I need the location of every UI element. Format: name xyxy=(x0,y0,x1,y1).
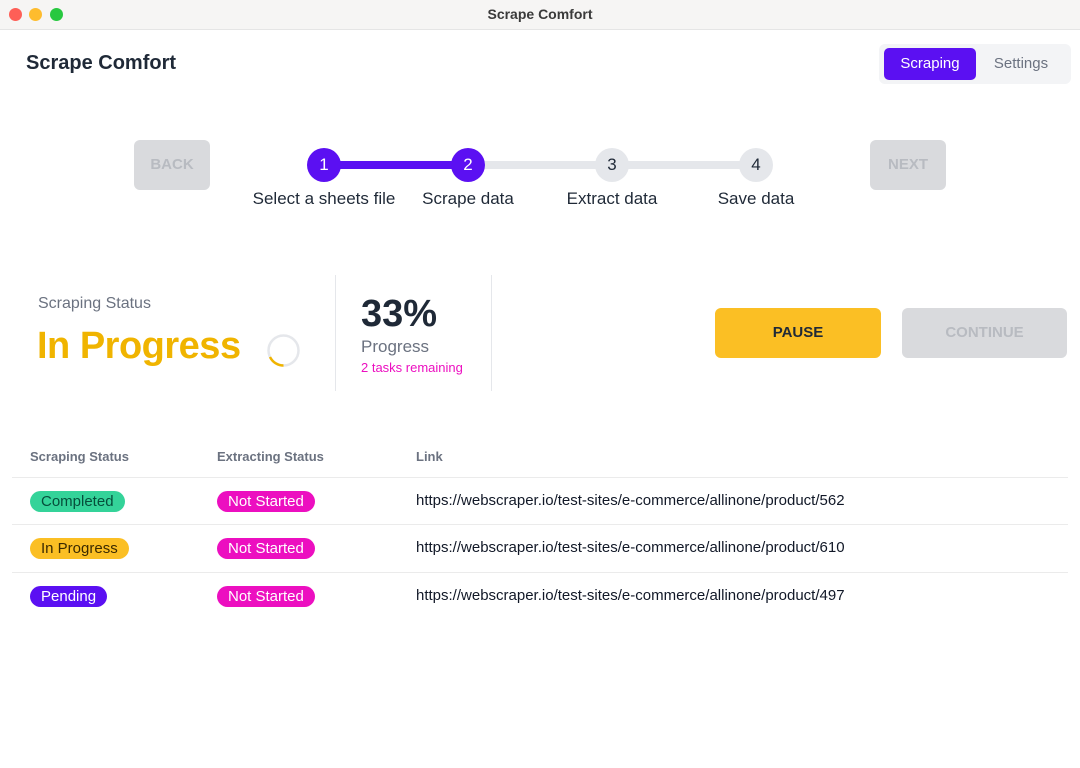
scraping-status-label: Scraping Status xyxy=(38,295,151,312)
row-divider xyxy=(12,572,1068,573)
progress-divider xyxy=(491,275,492,391)
column-header-link: Link xyxy=(416,449,443,464)
status-divider xyxy=(335,275,336,391)
window-title: Scrape Comfort xyxy=(487,6,593,22)
product-link[interactable]: https://webscraper.io/test-sites/e-comme… xyxy=(416,539,845,556)
minimize-window-button[interactable] xyxy=(29,8,42,21)
app-title: Scrape Comfort xyxy=(26,52,177,74)
scraping-status-badge: Pending xyxy=(30,586,108,607)
column-header-scraping-status: Scraping Status xyxy=(30,449,129,464)
step-4-label: Save data xyxy=(717,189,795,208)
extracting-status-badge: Not Started xyxy=(217,586,315,607)
product-link[interactable]: https://webscraper.io/test-sites/e-comme… xyxy=(416,492,845,509)
step-1-circle: 1 xyxy=(307,148,341,182)
extracting-status-badge: Not Started xyxy=(217,538,315,559)
step-2-circle: 2 xyxy=(451,148,485,182)
back-button[interactable]: BACK xyxy=(134,140,210,190)
product-link[interactable]: https://webscraper.io/test-sites/e-comme… xyxy=(416,587,845,604)
nav-tabs: Scraping Settings xyxy=(879,44,1071,84)
close-window-button[interactable] xyxy=(9,8,22,21)
progress-percent: 33% xyxy=(361,293,438,335)
pause-button[interactable]: PAUSE xyxy=(715,308,881,358)
loading-spinner-icon xyxy=(267,334,300,367)
step-4-circle: 4 xyxy=(739,148,773,182)
scraping-status-value: In Progress xyxy=(37,325,241,367)
tab-settings[interactable]: Settings xyxy=(977,48,1065,80)
scraping-status-badge: Completed xyxy=(30,491,125,512)
window-titlebar: Scrape Comfort xyxy=(0,0,1080,30)
step-2-label: Scrape data xyxy=(422,189,514,208)
scraping-status-badge: In Progress xyxy=(30,538,129,559)
column-header-extracting-status: Extracting Status xyxy=(217,449,324,464)
step-1-label: Select a sheets file xyxy=(252,189,396,208)
extracting-status-badge: Not Started xyxy=(217,491,315,512)
step-connector-completed xyxy=(340,161,452,169)
maximize-window-button[interactable] xyxy=(50,8,63,21)
tasks-remaining: 2 tasks remaining xyxy=(361,360,463,375)
step-3-circle: 3 xyxy=(595,148,629,182)
progress-label: Progress xyxy=(361,337,430,356)
next-button[interactable]: NEXT xyxy=(870,140,946,190)
step-3-label: Extract data xyxy=(566,189,658,208)
tab-scraping[interactable]: Scraping xyxy=(884,48,976,80)
continue-button[interactable]: CONTINUE xyxy=(902,308,1067,358)
row-divider xyxy=(12,524,1068,525)
row-divider xyxy=(12,477,1068,478)
